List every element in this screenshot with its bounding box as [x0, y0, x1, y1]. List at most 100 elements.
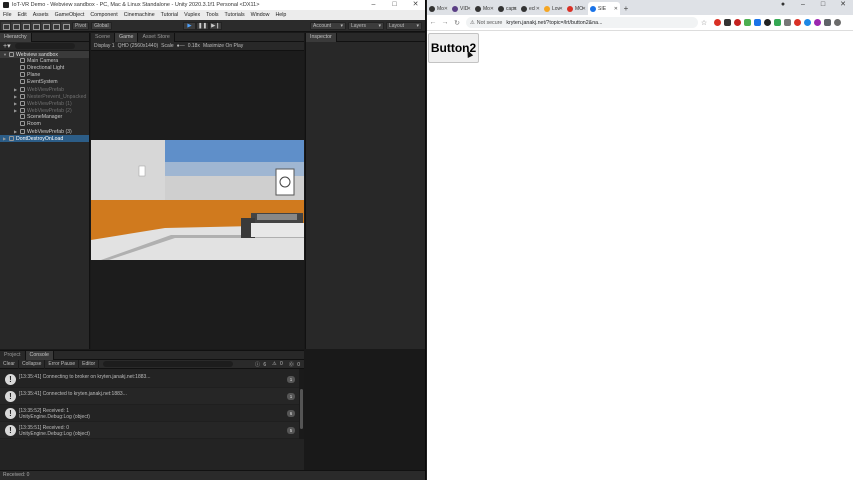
- menu-window[interactable]: Window: [248, 12, 273, 18]
- hierarchy-scene-root[interactable]: ▼ Webview sandbox: [0, 51, 89, 58]
- rotate-tool-icon[interactable]: [21, 21, 30, 30]
- add-object-button[interactable]: +▾: [3, 42, 11, 50]
- minimize-button[interactable]: –: [793, 0, 813, 10]
- hierarchy-search-input[interactable]: [14, 43, 75, 49]
- tab-inspector[interactable]: Inspector: [306, 32, 337, 42]
- maximize-button[interactable]: □: [813, 0, 833, 10]
- step-button[interactable]: ▶❙: [209, 22, 222, 30]
- close-tab-icon[interactable]: ✕: [490, 6, 494, 12]
- collapse-toggle[interactable]: Collapse: [19, 359, 46, 369]
- button2-button[interactable]: Button2: [428, 33, 479, 63]
- menu-cinemachine[interactable]: Cinemachine: [121, 12, 158, 18]
- close-tab-icon[interactable]: ✕: [582, 6, 586, 12]
- hierarchy-item[interactable]: ▶ WebViewPrefab (2): [0, 107, 89, 114]
- resolution-dropdown[interactable]: QHD (2560x1440): [118, 43, 159, 49]
- profile-avatar[interactable]: [834, 19, 841, 26]
- display-dropdown[interactable]: Display 1: [94, 43, 115, 49]
- hierarchy-item[interactable]: Main Camera: [0, 58, 89, 65]
- hand-tool-icon[interactable]: [1, 21, 10, 30]
- editor-dropdown[interactable]: Editor: [79, 359, 100, 369]
- extension-icon[interactable]: [724, 19, 731, 26]
- extension-icon[interactable]: [774, 19, 781, 26]
- menu-help[interactable]: Help: [272, 12, 289, 18]
- clear-button[interactable]: Clear: [0, 359, 19, 369]
- back-icon[interactable]: ←: [427, 19, 439, 26]
- extension-icon[interactable]: [744, 19, 751, 26]
- hierarchy-item[interactable]: ▶ WebViewPrefab (3): [0, 128, 89, 135]
- menu-tools[interactable]: Tools: [203, 12, 221, 18]
- console-scrollbar[interactable]: [299, 369, 304, 439]
- new-tab-button[interactable]: +: [620, 2, 632, 15]
- global-toggle[interactable]: Global: [91, 21, 112, 30]
- hierarchy-item[interactable]: EventSystem: [0, 79, 89, 86]
- browser-tab[interactable]: caps ✕: [496, 2, 519, 15]
- pause-button[interactable]: ❚❚: [196, 22, 209, 30]
- console-search-input[interactable]: [103, 361, 234, 367]
- pivot-toggle[interactable]: Pivot: [72, 21, 90, 30]
- hierarchy-item-selected[interactable]: ▶ DontDestroyOnLoad: [0, 135, 89, 142]
- browser-tab[interactable]: ecl ✕: [519, 2, 542, 15]
- extension-icon[interactable]: [764, 19, 771, 26]
- close-tab-icon[interactable]: ✕: [614, 6, 618, 12]
- error-pause-toggle[interactable]: Error Pause: [45, 359, 80, 369]
- account-dropdown[interactable]: Account: [310, 22, 346, 30]
- custom-tool-icon[interactable]: [61, 21, 70, 30]
- url-input[interactable]: ⚠ Not secure kryten.janakj.net/?topic=/l…: [466, 17, 698, 28]
- browser-tab[interactable]: Mo ✕: [473, 2, 496, 15]
- menu-vuplex[interactable]: Vuplex: [181, 12, 203, 18]
- bookmark-star-icon[interactable]: ☆: [698, 19, 710, 27]
- close-button[interactable]: ✕: [833, 0, 853, 10]
- extension-icon[interactable]: [784, 19, 791, 26]
- scale-slider[interactable]: ●—: [177, 43, 185, 49]
- maximize-button[interactable]: □: [384, 0, 405, 10]
- layout-dropdown[interactable]: Layout: [386, 22, 422, 30]
- move-tool-icon[interactable]: [11, 21, 20, 30]
- hierarchy-item[interactable]: Room: [0, 121, 89, 128]
- tab-hierarchy[interactable]: Hierarchy: [0, 32, 32, 42]
- console-entry[interactable]: ! [13:35:41] Connected to kryten.janakj.…: [0, 388, 304, 405]
- game-render-view[interactable]: [91, 140, 304, 260]
- close-button[interactable]: ✕: [405, 0, 425, 10]
- menu-gameobject[interactable]: GameObject: [52, 12, 88, 18]
- console-entry[interactable]: ! [13:35:51] Received: 0 UnityEngine.Debu…: [0, 422, 304, 439]
- hierarchy-item[interactable]: ▶ WebViewPrefab (1): [0, 100, 89, 107]
- error-count[interactable]: ⓪ 0: [287, 361, 304, 368]
- browser-tab-active[interactable]: SIE ✕: [588, 2, 620, 15]
- menu-assets[interactable]: Assets: [30, 12, 52, 18]
- maximize-on-play-toggle[interactable]: Maximize On Play: [203, 43, 243, 49]
- menu-file[interactable]: File: [0, 12, 15, 18]
- reload-icon[interactable]: ↻: [451, 19, 463, 27]
- close-tab-icon[interactable]: ✕: [559, 6, 563, 12]
- tab-project[interactable]: Project: [0, 350, 26, 360]
- menu-tutorial[interactable]: Tutorial: [158, 12, 181, 18]
- extension-icon[interactable]: [794, 19, 801, 26]
- close-tab-icon[interactable]: ✕: [444, 6, 448, 12]
- layers-dropdown[interactable]: Layers: [348, 22, 384, 30]
- close-tab-icon[interactable]: ✕: [467, 6, 471, 12]
- tab-scene[interactable]: Scene: [91, 32, 116, 42]
- status-message[interactable]: Received: 0: [3, 472, 29, 478]
- not-secure-label[interactable]: Not secure: [477, 20, 503, 26]
- hierarchy-item[interactable]: ▶ WebViewPrefab: [0, 86, 89, 93]
- extension-icon[interactable]: [714, 19, 721, 26]
- log-count[interactable]: ⓘ 6: [253, 361, 270, 368]
- hierarchy-item[interactable]: SceneManager: [0, 114, 89, 121]
- menu-edit[interactable]: Edit: [15, 12, 30, 18]
- browser-tab[interactable]: VID ✕: [450, 2, 473, 15]
- hierarchy-item[interactable]: Plane: [0, 72, 89, 79]
- scale-tool-icon[interactable]: [31, 21, 40, 30]
- menu-component[interactable]: Component: [87, 12, 120, 18]
- console-entry[interactable]: ! [13:35:52] Received: 1 UnityEngine.Debu…: [0, 405, 304, 422]
- console-entry[interactable]: ! [13:35:41] Connecting to broker on kry…: [0, 371, 304, 388]
- browser-tab[interactable]: MO ✕: [565, 2, 588, 15]
- rect-tool-icon[interactable]: [41, 21, 50, 30]
- menu-tutorials[interactable]: Tutorials: [221, 12, 247, 18]
- hierarchy-item[interactable]: Directional Light: [0, 65, 89, 72]
- browser-tab[interactable]: Lov ✕: [542, 2, 565, 15]
- tab-asset-store[interactable]: Asset Store: [138, 32, 175, 42]
- browser-tab[interactable]: Mo ✕: [427, 2, 450, 15]
- close-tab-icon[interactable]: ✕: [513, 6, 517, 12]
- tab-search-icon[interactable]: ●: [773, 0, 793, 10]
- extension-icon[interactable]: [814, 19, 821, 26]
- extension-icon[interactable]: [804, 19, 811, 26]
